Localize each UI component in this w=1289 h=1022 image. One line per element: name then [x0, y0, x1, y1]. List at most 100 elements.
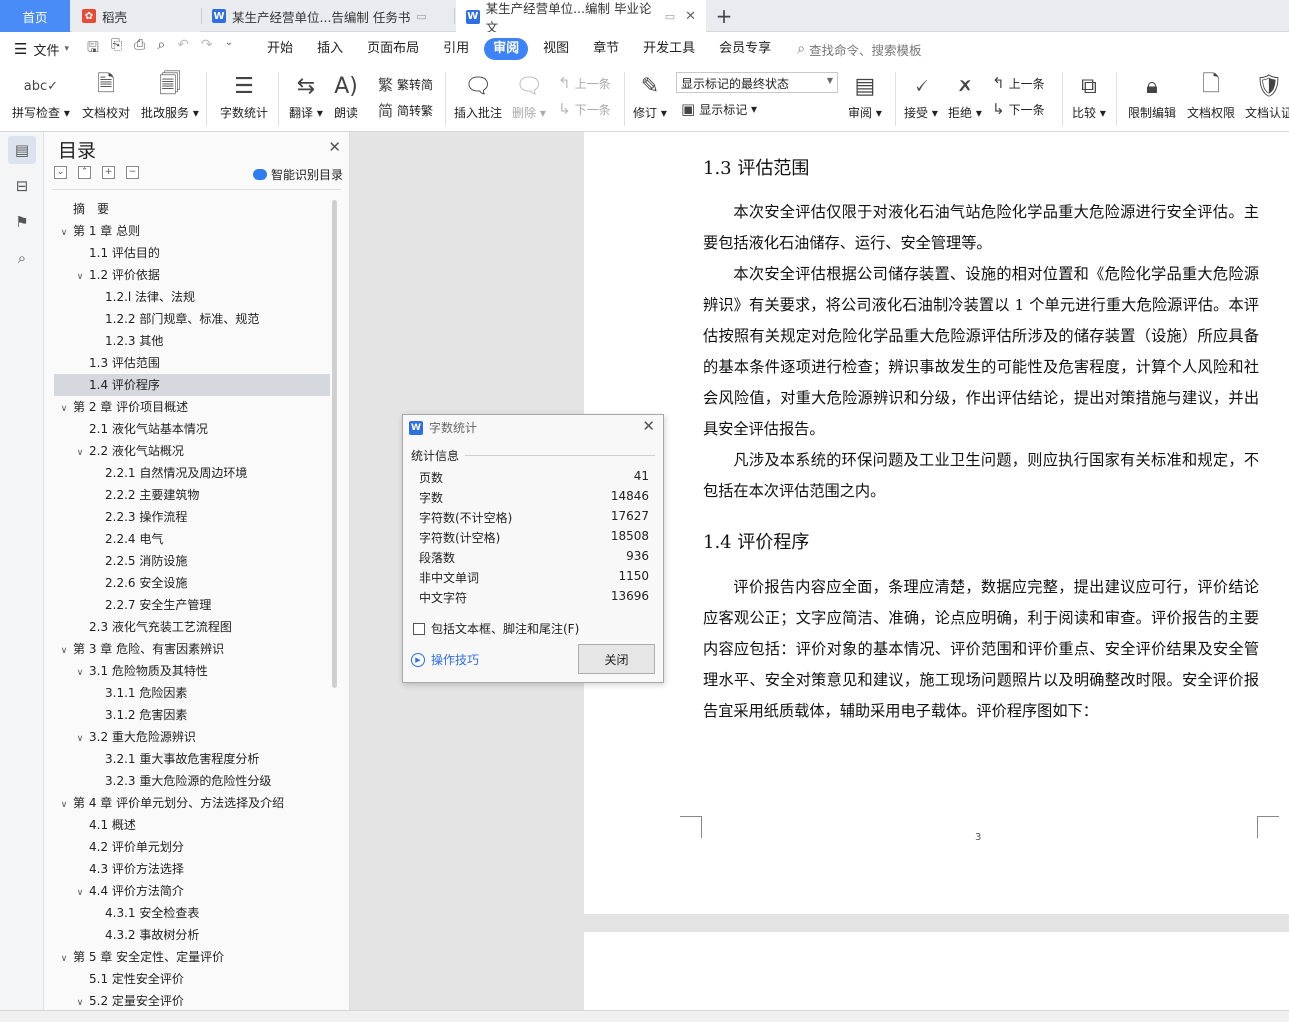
- chevron-down-icon[interactable]: ∨: [58, 948, 70, 970]
- chevron-down-icon[interactable]: ∨: [74, 442, 86, 464]
- close-icon[interactable]: ✕: [642, 417, 655, 435]
- translate-button[interactable]: ⇆ 翻译 ▾: [289, 70, 323, 121]
- compare-button[interactable]: ⧉ 比较 ▾: [1072, 70, 1106, 121]
- menu-insert[interactable]: 插入: [305, 38, 355, 60]
- next-change-button[interactable]: ↳ 下一条: [992, 100, 1045, 118]
- doc-proof-button[interactable]: 🗎 文档校对: [82, 70, 130, 121]
- toc-item[interactable]: 3.2.3 重大危险源的危险性分级: [54, 770, 330, 792]
- toc-item[interactable]: ∨ 2.2 液化气站概况: [54, 440, 330, 462]
- toc-item[interactable]: 1.1 评估目的: [54, 242, 330, 264]
- expand-all-icon[interactable]: ⌃: [78, 166, 91, 179]
- new-tab-button[interactable]: +: [710, 0, 738, 32]
- menu-member[interactable]: 会员专享: [707, 38, 783, 60]
- chevron-down-icon[interactable]: ∨: [74, 266, 86, 288]
- toc-item[interactable]: ∨ 3.1 危险物质及其特性: [54, 660, 330, 682]
- menu-start[interactable]: 开始: [255, 38, 305, 60]
- toc-item[interactable]: 3.1.1 危险因素: [54, 682, 330, 704]
- toc-item[interactable]: ∨ 第 5 章 安全定性、定量评价: [54, 946, 330, 968]
- include-textbox-checkbox[interactable]: 包括文本框、脚注和尾注(F): [413, 620, 579, 637]
- toc-item[interactable]: 3.2.1 重大事故危害程度分析: [54, 748, 330, 770]
- reject-button[interactable]: 🗶 拒绝 ▾: [948, 70, 982, 121]
- toc-item[interactable]: 2.2.1 自然情况及周边环境: [54, 462, 330, 484]
- next-comment-button[interactable]: ↳ 下一条: [558, 100, 611, 118]
- tab-doc-thesis[interactable]: W 某生产经营单位...编制 毕业论文 ▭ ✕: [456, 0, 706, 35]
- tab-home[interactable]: 首页: [0, 0, 70, 32]
- toc-item[interactable]: 4.1 概述: [54, 814, 330, 836]
- insert-comment-button[interactable]: 🗨 插入批注: [454, 70, 502, 121]
- chevron-down-icon[interactable]: ∨: [74, 728, 86, 750]
- chevron-down-icon[interactable]: ∨: [58, 794, 70, 816]
- toc-item[interactable]: 摘 要: [54, 198, 330, 220]
- close-icon[interactable]: ✕: [328, 138, 341, 156]
- toc-item[interactable]: 2.2.3 操作流程: [54, 506, 330, 528]
- save-icon[interactable]: 🖫: [87, 37, 99, 61]
- word-count-button[interactable]: ☰ 字数统计: [220, 70, 268, 121]
- tab-daoke[interactable]: ✿ 稻壳: [72, 0, 200, 32]
- toc-item[interactable]: 1.2.2 部门规章、标准、规范: [54, 308, 330, 330]
- format-painter-icon[interactable]: ⎘: [111, 37, 122, 61]
- smart-toc-button[interactable]: 智能识别目录: [252, 166, 343, 183]
- tab-doc-taskbook[interactable]: W 某生产经营单位...告编制 任务书 ▭: [202, 0, 452, 32]
- collapse-all-icon[interactable]: ⌄: [54, 166, 67, 179]
- tips-link[interactable]: ▶ 操作技巧: [411, 651, 479, 668]
- toc-item[interactable]: 2.3 液化气充装工艺流程图: [54, 616, 330, 638]
- trad-to-simp-button[interactable]: 繁繁转简: [378, 74, 433, 95]
- prev-change-button[interactable]: ↰ 上一条: [992, 74, 1045, 92]
- toc-item[interactable]: 1.3 评估范围: [54, 352, 330, 374]
- toc-item[interactable]: ∨ 第 4 章 评价单元划分、方法选择及介绍: [54, 792, 330, 814]
- batch-service-button[interactable]: 🗐 批改服务 ▾: [141, 70, 199, 121]
- tab-close-icon[interactable]: ✕: [685, 9, 696, 24]
- toc-item[interactable]: 4.3 评价方法选择: [54, 858, 330, 880]
- chevron-down-icon[interactable]: ∨: [58, 222, 70, 244]
- toc-item[interactable]: 1.2.l 法律、法规: [54, 286, 330, 308]
- toc-item[interactable]: 4.3.1 安全检查表: [54, 902, 330, 924]
- toc-item[interactable]: 2.2.4 电气: [54, 528, 330, 550]
- toc-item[interactable]: 5.1 定性安全评价: [54, 968, 330, 990]
- toc-item[interactable]: 3.1.2 危害因素: [54, 704, 330, 726]
- tab-restore-icon[interactable]: ▭: [665, 10, 675, 23]
- toc-item[interactable]: ∨ 4.4 评价方法简介: [54, 880, 330, 902]
- chevron-down-icon[interactable]: ∨: [74, 992, 86, 1006]
- file-menu[interactable]: ☰ 文件 ▾: [0, 40, 69, 59]
- read-aloud-button[interactable]: A) 朗读: [334, 70, 358, 121]
- chapter-nav-icon[interactable]: ⊟: [8, 172, 36, 200]
- close-button[interactable]: 关闭: [578, 644, 655, 674]
- toc-pane-icon[interactable]: ▤: [8, 136, 36, 164]
- doc-permission-button[interactable]: 🗋 文档权限: [1187, 70, 1235, 121]
- toc-item[interactable]: 2.2.5 消防设施: [54, 550, 330, 572]
- undo-icon[interactable]: ↶: [177, 37, 189, 61]
- menu-chapter[interactable]: 章节: [581, 38, 631, 60]
- redo-icon[interactable]: ↷: [201, 37, 213, 61]
- customize-icon[interactable]: ⌄: [225, 37, 233, 61]
- add-item-icon[interactable]: +: [102, 166, 115, 179]
- toc-item[interactable]: 1.4 评价程序: [54, 374, 330, 396]
- tab-restore-icon[interactable]: ▭: [416, 10, 426, 23]
- next-page[interactable]: [584, 932, 1289, 1010]
- toc-item[interactable]: 2.2.7 安全生产管理: [54, 594, 330, 616]
- menu-references[interactable]: 引用: [431, 38, 481, 60]
- toc-item[interactable]: ∨ 1.2 评价依据: [54, 264, 330, 286]
- markup-state-select[interactable]: 显示标记的最终状态 ▼: [676, 72, 838, 93]
- toc-item[interactable]: 4.3.2 事故树分析: [54, 924, 330, 946]
- toc-item[interactable]: ∨ 第 2 章 评价项目概述: [54, 396, 330, 418]
- toc-item[interactable]: ∨ 第 1 章 总则: [54, 220, 330, 242]
- toc-item[interactable]: ∨ 3.2 重大危险源辨识: [54, 726, 330, 748]
- chevron-down-icon[interactable]: ∨: [74, 882, 86, 904]
- accept-button[interactable]: 🗸 接受 ▾: [904, 70, 938, 121]
- toc-item[interactable]: ∨ 5.2 定量安全评价: [54, 990, 330, 1006]
- print-icon[interactable]: ⎙: [134, 37, 145, 61]
- toc-item[interactable]: 4.2 评价单元划分: [54, 836, 330, 858]
- menu-page-layout[interactable]: 页面布局: [355, 38, 431, 60]
- track-changes-button[interactable]: ✎ 修订 ▾: [633, 70, 667, 121]
- toc-item[interactable]: 2.2.6 安全设施: [54, 572, 330, 594]
- show-markup-button[interactable]: ▣ 显示标记 ▾: [681, 100, 757, 118]
- remove-item-icon[interactable]: −: [126, 166, 139, 179]
- spell-check-button[interactable]: abc✓ 拼写检查 ▾: [12, 70, 70, 121]
- chevron-down-icon[interactable]: ∨: [58, 640, 70, 662]
- toc-item[interactable]: 1.2.3 其他: [54, 330, 330, 352]
- document-page[interactable]: 1.3 评估范围 本次安全评估仅限于对液化石油气站危险化学品重大危险源进行安全评…: [584, 132, 1289, 914]
- search-icon[interactable]: ⌕: [8, 244, 36, 272]
- menu-review[interactable]: 审阅: [484, 38, 529, 60]
- delete-comment-button[interactable]: 🗨 删除 ▾: [512, 70, 546, 121]
- prev-comment-button[interactable]: ↰ 上一条: [558, 74, 611, 92]
